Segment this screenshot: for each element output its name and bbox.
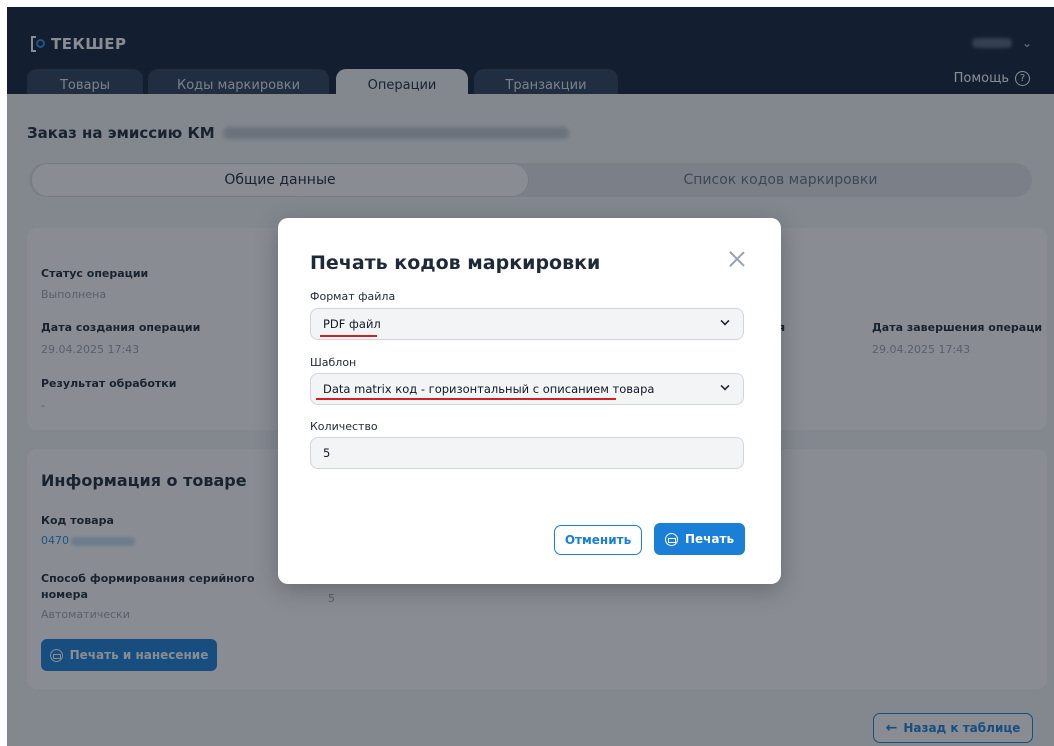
quantity-value: 5: [323, 446, 331, 460]
template-value: Data matrix код - горизонтальный с описа…: [323, 382, 655, 396]
annotation-underline-format: [320, 335, 377, 337]
dialog-title: Печать кодов маркировки: [310, 252, 601, 274]
cancel-button[interactable]: Отменить: [554, 525, 642, 555]
printer-icon: [664, 532, 678, 546]
chevron-down-icon: [720, 381, 730, 391]
print-button-label: Печать: [684, 532, 735, 546]
chevron-down-icon: [720, 316, 730, 326]
print-button[interactable]: Печать: [654, 523, 745, 555]
template-label: Шаблон: [310, 356, 357, 369]
annotation-underline-template: [316, 398, 616, 400]
template-select[interactable]: Data matrix код - горизонтальный с описа…: [310, 373, 744, 405]
close-icon[interactable]: [727, 249, 747, 269]
file-format-label: Формат файла: [310, 290, 396, 303]
file-format-value: PDF файл: [323, 317, 381, 331]
print-codes-dialog: Печать кодов маркировки Формат файла PDF…: [278, 218, 781, 584]
quantity-input[interactable]: 5: [310, 437, 744, 469]
quantity-label: Количество: [310, 420, 378, 433]
